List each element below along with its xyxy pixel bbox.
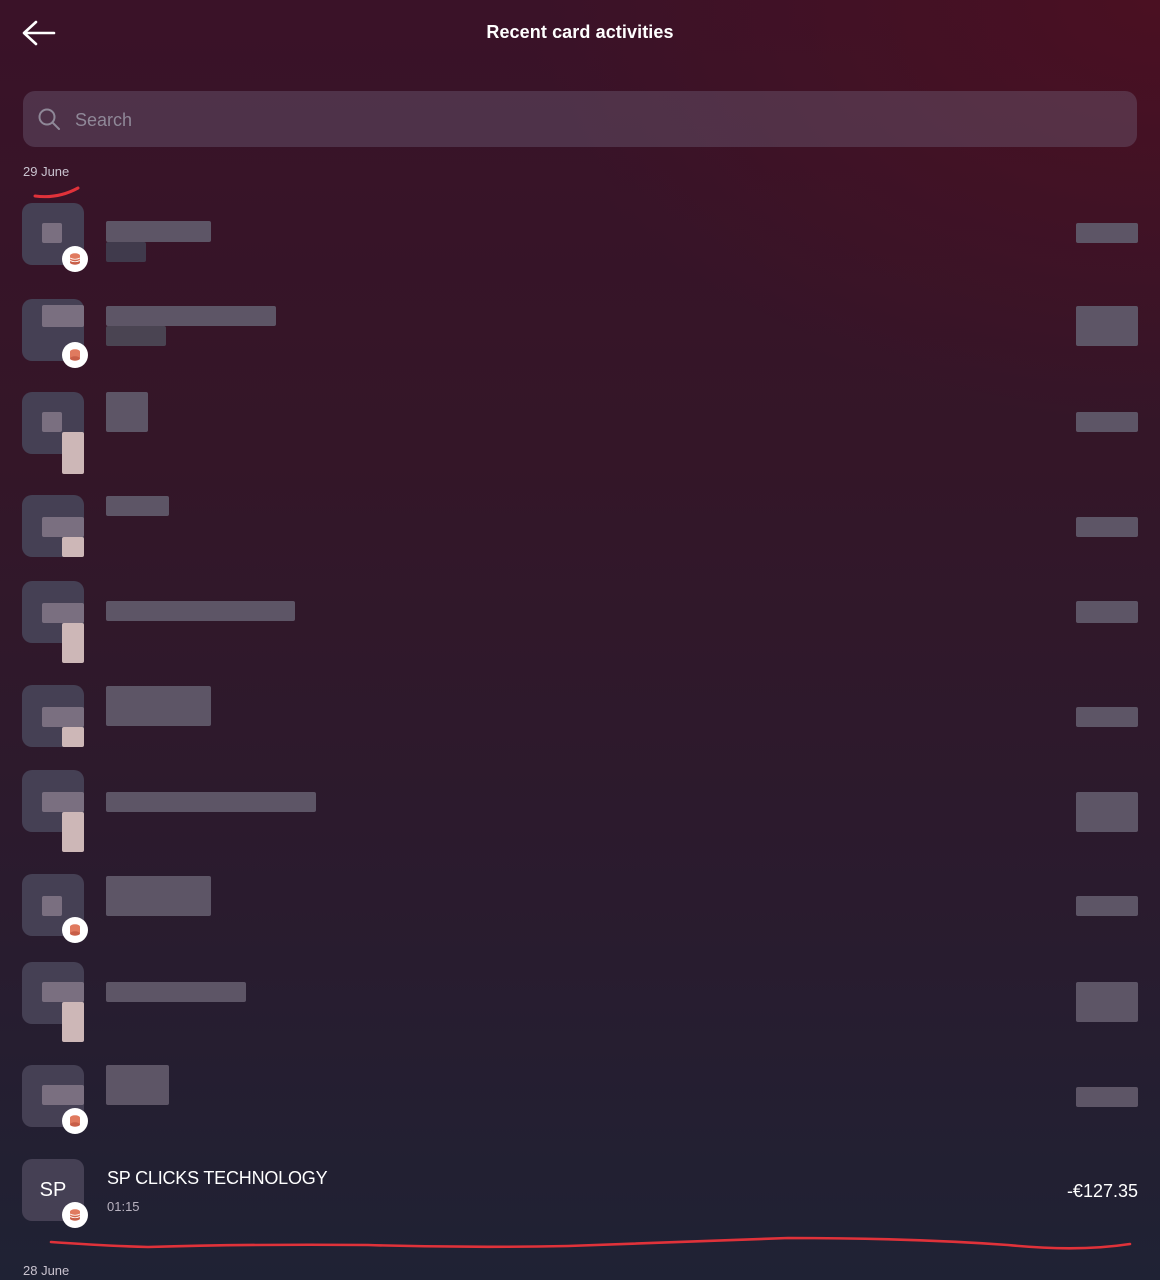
redacted-amount [1076, 412, 1138, 432]
redacted-amount [1076, 707, 1138, 727]
redacted-text [106, 876, 211, 916]
redacted-text [106, 601, 295, 621]
transaction-amount: -€127.35 [1066, 1181, 1138, 1201]
redacted-pixel [62, 812, 84, 852]
redacted-pixel [62, 623, 84, 663]
transaction-row[interactable]: SP SP CLICKS TECHNOLOGY 01:15 -€127.35 [22, 1159, 1138, 1228]
coin-stack-icon [62, 1108, 88, 1134]
redacted-text [106, 982, 246, 1002]
transaction-row-redacted[interactable] [22, 203, 1138, 272]
transaction-row-redacted[interactable] [22, 1065, 1138, 1134]
search-icon [38, 108, 60, 130]
redacted-amount [1076, 896, 1138, 916]
redacted-pixel [42, 305, 84, 327]
redacted-amount [1076, 223, 1138, 243]
page-title: Recent card activities [486, 22, 674, 42]
redacted-pixel [42, 223, 62, 243]
redacted-text [106, 221, 211, 242]
redacted-text [106, 792, 316, 812]
redacted-pixel [62, 727, 84, 747]
redacted-text [106, 686, 211, 726]
redacted-pixel [42, 412, 62, 432]
redacted-text [106, 496, 169, 516]
redacted-pixel [42, 982, 84, 1002]
coin-stack-icon [62, 1202, 88, 1228]
redacted-text [106, 242, 146, 262]
redacted-pixel [62, 432, 84, 474]
redacted-pixel [62, 537, 84, 557]
transaction-row-redacted[interactable] [22, 581, 1138, 663]
annotation-underline [33, 186, 80, 199]
transaction-row-redacted[interactable] [22, 685, 1138, 749]
transaction-time: 01:15 [107, 1199, 140, 1214]
redacted-amount [1076, 982, 1138, 1022]
date-header: 29 June [23, 164, 70, 179]
search-input[interactable] [73, 91, 1117, 149]
transaction-row-redacted[interactable] [22, 495, 1138, 559]
redacted-amount [1076, 517, 1138, 537]
date-header: 28 June [23, 1263, 70, 1278]
redacted-amount [1076, 601, 1138, 623]
transaction-row-redacted[interactable] [22, 392, 1138, 474]
redacted-pixel [42, 517, 84, 537]
search-bar[interactable] [23, 91, 1137, 149]
redacted-text [106, 392, 148, 432]
redacted-pixel [62, 1002, 84, 1042]
redacted-text [106, 1065, 169, 1105]
transaction-row-redacted[interactable] [22, 962, 1138, 1042]
redacted-text [106, 326, 166, 346]
redacted-pixel [42, 896, 62, 916]
coin-stack-icon [62, 917, 88, 943]
coin-stack-icon [62, 246, 88, 272]
redacted-amount [1076, 1087, 1138, 1107]
top-bar: Recent card activities [0, 0, 1160, 68]
redacted-amount [1076, 792, 1138, 832]
transaction-row-redacted[interactable] [22, 299, 1138, 368]
merchant-name: SP CLICKS TECHNOLOGY [107, 1168, 328, 1188]
annotation-underline [49, 1236, 1132, 1250]
redacted-amount [1076, 306, 1138, 346]
redacted-pixel [42, 792, 84, 812]
transaction-row-redacted[interactable] [22, 874, 1138, 943]
redacted-pixel [42, 707, 84, 727]
redacted-pixel [42, 1085, 84, 1105]
transaction-row-redacted[interactable] [22, 770, 1138, 852]
redacted-pixel [42, 603, 84, 623]
coin-stack-icon [62, 342, 88, 368]
redacted-text [106, 306, 276, 326]
